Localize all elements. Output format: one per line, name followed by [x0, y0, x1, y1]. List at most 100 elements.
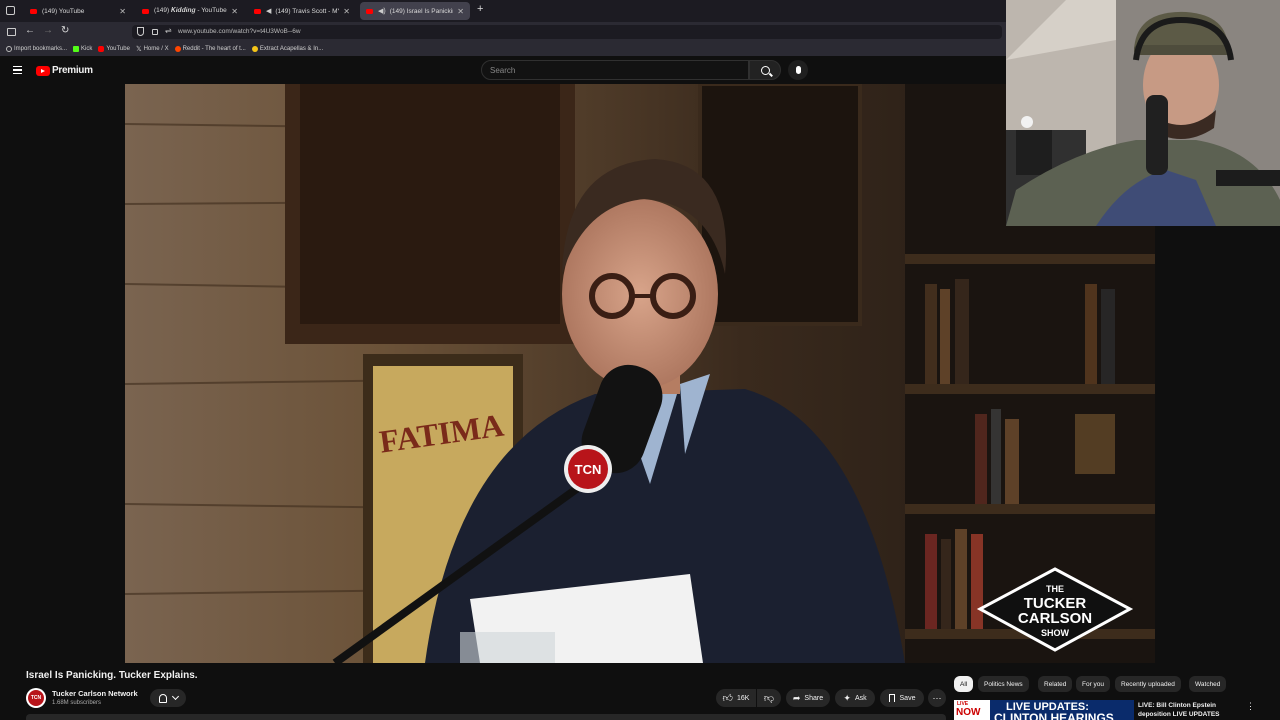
recommended-title-line-2: deposition LIVE UPDATES [1138, 711, 1220, 718]
thumbnail-headline-2: CLINTON HEARINGS [994, 711, 1114, 720]
search-input[interactable]: Search [481, 60, 749, 80]
chip-politics-news[interactable]: Politics News [978, 676, 1029, 692]
close-tab-icon[interactable]: ✕ [343, 7, 350, 16]
browser-tab[interactable]: (149) YouTube ✕ [24, 2, 132, 20]
bookmark-acapellas[interactable]: Extract Acapellas & In... [251, 46, 324, 52]
more-horizontal-icon: ⋯ [932, 692, 942, 703]
share-label: Share [804, 694, 824, 702]
bookmark-label: Home / X [143, 46, 169, 52]
youtube-favicon-icon [142, 8, 149, 14]
like-button[interactable]: 👍︎ 16K [716, 689, 756, 707]
chip-related[interactable]: Related [1038, 676, 1073, 692]
youtube-favicon-icon [254, 8, 261, 14]
bookmark-import[interactable]: Import bookmarks... [6, 46, 67, 52]
video-frame: FATIMA TCN THE TUCKER CARLSON SHOW [125, 84, 1155, 663]
kick-icon [73, 46, 80, 52]
more-vertical-icon[interactable]: ⋮ [1246, 701, 1255, 712]
recommended-thumbnail[interactable]: LIVE NOW LIVE UPDATES: CLINTON HEARINGS [954, 700, 1134, 720]
close-tab-icon[interactable]: ✕ [231, 7, 238, 16]
like-count: 16K [736, 694, 750, 702]
browser-tab-active[interactable]: ◀) (149) Israel Is Panicking. Tu ✕ [360, 2, 470, 20]
bookmark-label: Extract Acapellas & In... [259, 46, 324, 52]
tab-title: (149) Travis Scott - MY EYES [275, 7, 339, 15]
browser-tab[interactable]: (149) 𝑲𝒊𝒅𝒅𝒊𝒏𝒈 - YouTube ✕ [136, 2, 244, 20]
webcam-frame [1006, 0, 1280, 226]
tab-title: (149) YouTube [42, 7, 85, 15]
voice-search-button[interactable] [788, 60, 808, 80]
browser-tab[interactable]: ◀ (149) Travis Scott - MY EYES ✕ [248, 2, 356, 20]
bookmark-label: YouTube [106, 46, 130, 52]
close-tab-icon[interactable]: ✕ [119, 7, 126, 16]
speaker-icon[interactable]: ◀ [266, 7, 271, 15]
url-text: www.youtube.com/watch?v=t4U3WoB--6w [178, 28, 301, 35]
share-icon: ➦ [792, 692, 801, 703]
youtube-play-icon [36, 65, 50, 76]
more-actions-button[interactable]: ⋯ [928, 689, 946, 707]
save-label: Save [899, 694, 916, 702]
bookmark-label: Import bookmarks... [14, 46, 68, 52]
watermark-line-1: THE [1046, 584, 1064, 594]
tab-title: (149) Israel Is Panicking. Tu [389, 7, 454, 15]
bookmark-kick[interactable]: Kick [73, 46, 92, 52]
sidebar-toggle-icon[interactable] [7, 28, 16, 36]
bookmark-label: Reddit - The heart of t... [182, 46, 246, 52]
forward-icon[interactable]: → [43, 25, 53, 36]
share-button[interactable]: ➦ Share [786, 689, 830, 707]
chip-all[interactable]: All [954, 676, 974, 692]
channel-name[interactable]: Tucker Carlson Network [52, 689, 138, 698]
bookmark-x[interactable]: 𝕏 Home / X [136, 45, 169, 53]
save-button[interactable]: Save [880, 689, 924, 707]
video-player[interactable]: FATIMA TCN THE TUCKER CARLSON SHOW [125, 84, 1155, 663]
chevron-down-icon [171, 692, 179, 701]
chip-for-you[interactable]: For you [1076, 676, 1111, 692]
reddit-icon [174, 46, 181, 52]
subscriber-count: 1.68M subscribers [52, 700, 102, 706]
bookmark-youtube[interactable]: YouTube [98, 46, 130, 52]
youtube-logo[interactable]: Premium [36, 65, 93, 76]
tab-title: (149) 𝑲𝒊𝒅𝒅𝒊𝒏𝒈 - YouTube [154, 7, 227, 14]
dislike-button[interactable]: 👎︎ [757, 689, 781, 707]
bookmark-icon [888, 694, 895, 702]
now-badge-text: NOW [956, 707, 981, 718]
live-now-badge: LIVE NOW [954, 700, 990, 720]
search-icon [760, 65, 773, 77]
notifications-button[interactable] [150, 689, 186, 707]
recommended-video[interactable]: LIVE NOW LIVE UPDATES: CLINTON HEARINGS … [954, 700, 1255, 720]
lock-icon[interactable] [152, 29, 158, 35]
webcam-overlay [1006, 0, 1280, 226]
channel-avatar[interactable]: TCN [26, 688, 46, 708]
bookmark-label: Kick [81, 46, 93, 52]
address-bar[interactable]: ⇌ www.youtube.com/watch?v=t4U3WoB--6w [132, 25, 1002, 39]
import-icon [6, 46, 12, 52]
ask-button[interactable]: ✦ Ask [835, 689, 875, 707]
youtube-icon [98, 46, 105, 52]
mic-badge-text: TCN [575, 462, 602, 477]
bookmark-reddit[interactable]: Reddit - The heart of t... [174, 46, 246, 52]
ask-label: Ask [854, 694, 867, 702]
logo-label: Premium [52, 65, 93, 76]
chip-watched[interactable]: Watched [1189, 676, 1227, 692]
youtube-favicon-icon [366, 8, 373, 14]
recommended-title-line-1: LIVE: Bill Clinton Epstein [1138, 702, 1216, 709]
new-tab-button[interactable]: + [477, 3, 483, 15]
menu-icon[interactable] [13, 66, 22, 74]
description-box-edge [26, 714, 946, 720]
channel-avatar-logo: TCN [28, 690, 44, 706]
acapellas-icon [251, 46, 258, 52]
back-icon[interactable]: ← [25, 25, 35, 36]
shield-icon[interactable] [137, 27, 144, 36]
search-button[interactable] [749, 60, 781, 80]
youtube-favicon-icon [30, 8, 37, 14]
tab-overview-icon[interactable] [6, 6, 15, 15]
sparkle-icon: ✦ [843, 692, 851, 703]
bell-icon [158, 693, 167, 703]
watermark-line-4: SHOW [1041, 628, 1070, 638]
chip-recently-uploaded[interactable]: Recently uploaded [1115, 676, 1181, 692]
speaker-icon[interactable]: ◀) [378, 7, 386, 15]
reload-icon[interactable]: ↻ [61, 25, 69, 36]
close-tab-icon[interactable]: ✕ [457, 7, 464, 16]
watermark-line-3: CARLSON [1018, 610, 1092, 627]
permissions-icon[interactable]: ⇌ [165, 26, 172, 35]
microphone-icon [795, 66, 801, 74]
thumbs-up-icon: 👍︎ [722, 693, 733, 704]
